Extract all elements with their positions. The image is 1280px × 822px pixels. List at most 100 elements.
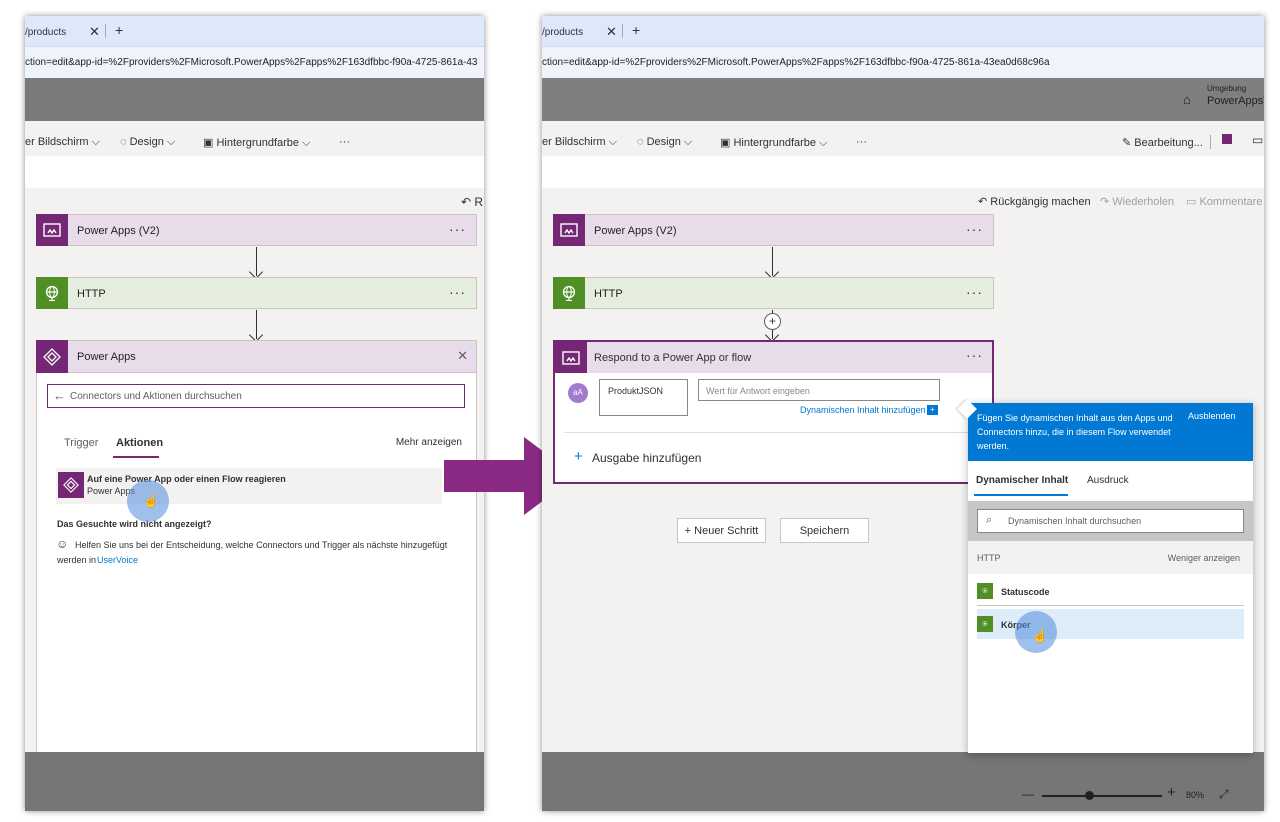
step-more-button[interactable]: ··· [449, 284, 466, 300]
app-icon[interactable] [1222, 134, 1232, 144]
flow-canvas: ↶ R Power Apps (V2) ··· HTTP ··· Power A… [25, 188, 484, 753]
redo-icon: ↷ [1100, 196, 1110, 208]
back-arrow-icon[interactable]: ← [53, 388, 66, 403]
zoom-out-icon[interactable]: — [1022, 787, 1034, 801]
zoom-slider[interactable] [1042, 795, 1162, 797]
step-http[interactable]: HTTP ··· [36, 277, 477, 309]
right-screenshot: /products ✕ + ction=edit&app-id=%2Fprovi… [542, 16, 1264, 811]
hand-cursor-icon: ☝ [143, 493, 160, 508]
comment-icon[interactable]: ▭ [1252, 133, 1263, 147]
dynamic-info-banner: Fügen Sie dynamischen Inhalt aus den App… [968, 403, 1253, 461]
command-bar: er Bildschirm ⌵ ◌ Design ⌵ ▣ Hintergrund… [25, 121, 484, 156]
add-icon[interactable]: + [574, 448, 583, 465]
help-text: Helfen Sie uns bei der Entscheidung, wel… [75, 540, 448, 550]
tab-expression[interactable]: Ausdruck [1087, 475, 1129, 486]
globe-icon: ⍟ [977, 583, 993, 599]
screen-menu[interactable]: er Bildschirm ⌵ [542, 136, 617, 149]
zoom-slider-thumb[interactable] [1085, 791, 1094, 800]
active-tab-indicator [113, 456, 159, 458]
add-output-button[interactable]: Ausgabe hinzufügen [592, 451, 701, 465]
dynamic-item-statuscode[interactable]: ⍟ Statuscode [977, 578, 1244, 606]
connector-arrow [772, 247, 773, 276]
fit-to-screen-icon[interactable]: ⤢ [1219, 787, 1229, 802]
command-bar: er Bildschirm ⌵ ◌ Design ⌵ ▣ Hintergrund… [542, 121, 1264, 156]
step-power-apps-picker: Power Apps ✕ [36, 340, 477, 373]
uservoice-link[interactable]: UserVoice [97, 555, 138, 565]
zoom-in-icon[interactable]: + [1167, 784, 1176, 801]
step-more-button[interactable]: ··· [449, 221, 466, 237]
browser-tab-title[interactable]: /products [542, 27, 583, 38]
undo-button[interactable]: ↶ R [461, 195, 483, 209]
step-title: Power Apps [77, 351, 136, 363]
connector-search-input[interactable]: ← Connectors und Aktionen durchsuchen [47, 384, 465, 408]
comments-button[interactable]: ▭ Kommentare [1186, 195, 1262, 208]
add-dynamic-content-link[interactable]: Dynamischen Inhalt hinzufügen [800, 405, 926, 415]
undo-button[interactable]: ↶ Rückgängig machen [978, 195, 1091, 208]
app-header: ⌂ Umgebung PowerAppsTr [542, 78, 1264, 121]
help-text-2: werden in [57, 555, 97, 565]
close-tab-icon[interactable]: ✕ [606, 24, 617, 40]
step-more-button[interactable]: ··· [966, 284, 983, 300]
globe-icon [36, 277, 68, 309]
editing-menu[interactable]: ✎ Bearbeitung... [1122, 136, 1203, 149]
step-title: Power Apps (V2) [594, 225, 677, 237]
address-bar[interactable]: ction=edit&app-id=%2Fproviders%2FMicroso… [25, 46, 484, 78]
new-tab-icon[interactable]: + [115, 22, 123, 38]
flow-toolbar [542, 156, 1264, 188]
undo-icon: ↶ [461, 195, 472, 209]
close-icon[interactable]: ✕ [457, 348, 468, 364]
step-title: Respond to a Power App or flow [594, 352, 752, 364]
step-more-button[interactable]: ··· [966, 221, 983, 237]
more-commands[interactable]: ··· [339, 136, 350, 148]
new-step-button[interactable]: + Neuer Schritt [677, 518, 766, 543]
close-tab-icon[interactable]: ✕ [89, 24, 100, 40]
dynamic-content-panel: Fügen Sie dynamischen Inhalt aus den App… [968, 403, 1253, 753]
show-less-link[interactable]: Weniger anzeigen [1168, 553, 1240, 563]
action-title: Auf eine Power App oder einen Flow reagi… [87, 474, 286, 484]
search-strip: ⌕ Dynamischen Inhalt durchsuchen [968, 501, 1253, 541]
save-button[interactable]: Speichern [780, 518, 869, 543]
background-color-menu[interactable]: ▣ Hintergrundfarbe ⌵ [203, 136, 310, 150]
tab-actions[interactable]: Aktionen [116, 437, 163, 449]
step-power-apps-v2[interactable]: Power Apps (V2) ··· [36, 214, 477, 246]
environment-value[interactable]: PowerAppsTr [1207, 95, 1264, 107]
flow-toolbar [25, 156, 484, 188]
browser-tab-bar: /products ✕ + [542, 16, 1264, 46]
tab-divider [622, 24, 623, 38]
screen-menu[interactable]: er Bildschirm ⌵ [25, 136, 100, 149]
dynamic-content-icon[interactable]: + [927, 405, 938, 415]
bottom-bar [25, 752, 484, 811]
step-header[interactable]: Respond to a Power App or flow ··· [555, 342, 992, 373]
step-power-apps-v2[interactable]: Power Apps (V2) ··· [553, 214, 994, 246]
tab-trigger[interactable]: Trigger [64, 437, 98, 449]
url-text: ction=edit&app-id=%2Fproviders%2FMicroso… [542, 57, 1050, 68]
dynamic-search-input[interactable]: ⌕ Dynamischen Inhalt durchsuchen [977, 509, 1244, 533]
more-commands[interactable]: ··· [856, 136, 867, 148]
redo-button[interactable]: ↷ Wiederholen [1100, 195, 1174, 208]
design-menu[interactable]: ◌ Design ⌵ [637, 136, 692, 149]
address-bar[interactable]: ction=edit&app-id=%2Fproviders%2FMicroso… [542, 46, 1264, 78]
background-color-menu[interactable]: ▣ Hintergrundfarbe ⌵ [720, 136, 827, 150]
palette-icon: ◌ [120, 136, 127, 148]
action-item[interactable]: Auf eine Power App oder einen Flow reagi… [56, 468, 442, 504]
step-title: HTTP [77, 288, 106, 300]
comment-icon: ▭ [1186, 196, 1197, 208]
output-name-field[interactable]: ProduktJSON [599, 379, 688, 416]
step-http[interactable]: HTTP ··· [553, 277, 994, 309]
step-respond: Respond to a Power App or flow ··· aA Pr… [553, 340, 994, 484]
insert-step-icon[interactable]: + [764, 313, 781, 330]
power-apps-icon [36, 214, 68, 246]
new-tab-icon[interactable]: + [632, 22, 640, 38]
background-icon: ▣ [720, 137, 731, 149]
search-icon: ⌕ [986, 514, 993, 526]
hide-button[interactable]: Ausblenden [1188, 411, 1236, 421]
connector-picker: ← Connectors und Aktionen durchsuchen Tr… [36, 373, 477, 753]
avatar: aA [568, 383, 588, 403]
tab-dynamic-content[interactable]: Dynamischer Inhalt [976, 475, 1068, 486]
browser-tab-title[interactable]: /products [25, 27, 66, 38]
left-screenshot: /products ✕ + ction=edit&app-id=%2Fprovi… [25, 16, 484, 811]
design-menu[interactable]: ◌ Design ⌵ [120, 136, 175, 149]
power-apps-diamond-icon [36, 340, 68, 373]
step-more-button[interactable]: ··· [966, 347, 983, 363]
output-value-input[interactable]: Wert für Antwort eingeben [698, 379, 940, 401]
